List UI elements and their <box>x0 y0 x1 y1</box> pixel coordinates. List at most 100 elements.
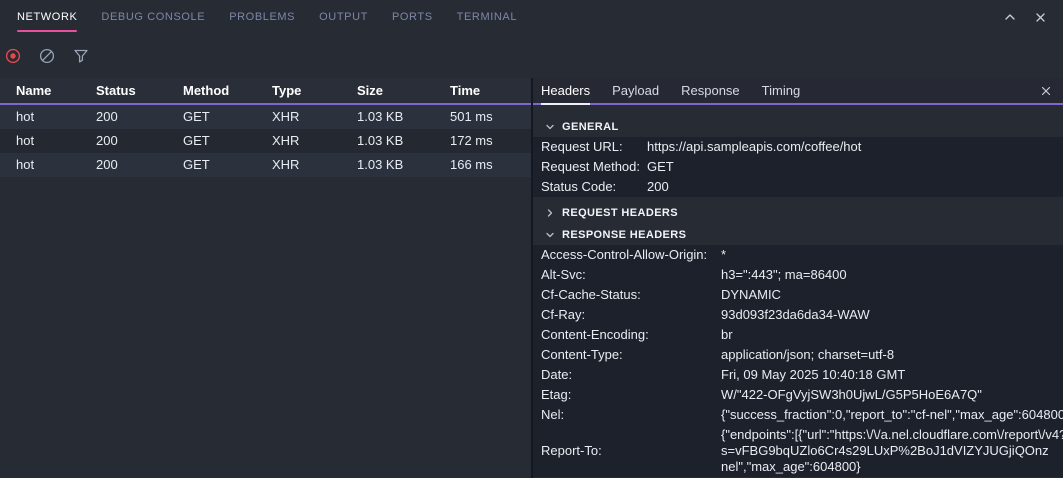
header-value-line: {"endpoints":[{"url":"https:\/\/a.nel.cl… <box>721 427 1063 443</box>
header-value: {"success_fraction":0,"report_to":"cf-ne… <box>721 405 1063 425</box>
header-name: Cf-Ray: <box>541 305 721 325</box>
section-response-headers[interactable]: RESPONSE HEADERS <box>533 225 1063 245</box>
header-name: Request Method: <box>541 157 647 177</box>
header-value: {"endpoints":[{"url":"https:\/\/a.nel.cl… <box>721 425 1063 477</box>
headers-content: GENERAL Request URL: https://api.samplea… <box>533 105 1063 478</box>
cell-method: GET <box>183 129 272 153</box>
header-name: Status Code: <box>541 177 647 197</box>
cell-size: 1.03 KB <box>357 153 450 177</box>
general-rows: Request URL: https://api.sampleapis.com/… <box>533 137 1063 197</box>
header-value: 93d093f23da6da34-WAW <box>721 305 1063 325</box>
header-row: Report-To: {"endpoints":[{"url":"https:\… <box>533 425 1063 477</box>
chevron-down-icon <box>545 122 555 132</box>
close-details-icon[interactable] <box>1040 85 1063 97</box>
header-value-line: nel","max_age":604800} <box>721 459 1063 475</box>
header-value: W/"422-OFgVyjSW3h0UjwL/G5P5HoE6A7Q" <box>721 385 1063 405</box>
chevron-right-icon <box>545 208 555 218</box>
header-row: Etag: W/"422-OFgVyjSW3h0UjwL/G5P5HoE6A7Q… <box>533 385 1063 405</box>
record-icon <box>5 48 21 64</box>
header-value: h3=":443"; ma=86400 <box>721 265 1063 285</box>
header-name: Etag: <box>541 385 721 405</box>
header-row: Access-Control-Allow-Origin: * <box>533 245 1063 265</box>
header-value-line: s=vFBG9bqUZlo6Cr4s29LUxP%2BoJ1dVIZYJUGji… <box>721 443 1063 459</box>
request-row[interactable]: hot 200 GET XHR 1.03 KB 172 ms <box>0 129 531 153</box>
cell-time: 166 ms <box>450 153 531 177</box>
section-general[interactable]: GENERAL <box>533 117 1063 137</box>
request-row[interactable]: hot 200 GET XHR 1.03 KB 166 ms <box>0 153 531 177</box>
tab-ports[interactable]: PORTS <box>392 0 433 34</box>
request-table-header: Name Status Method Type Size Time <box>0 78 531 105</box>
request-row[interactable]: hot 200 GET XHR 1.03 KB 501 ms <box>0 105 531 129</box>
tab-headers[interactable]: Headers <box>541 78 590 103</box>
tab-response[interactable]: Response <box>681 78 740 103</box>
tab-output[interactable]: OUTPUT <box>319 0 368 34</box>
header-row: Cf-Ray: 93d093f23da6da34-WAW <box>533 305 1063 325</box>
header-value: * <box>721 245 1063 265</box>
details-tab-bar: Headers Payload Response Timing <box>533 78 1063 105</box>
request-table: Name Status Method Type Size Time hot 20… <box>0 78 533 478</box>
header-name: Cf-Cache-Status: <box>541 285 721 305</box>
header-name: Content-Type: <box>541 345 721 365</box>
cell-size: 1.03 KB <box>357 105 450 129</box>
clear-requests-button[interactable] <box>39 48 55 64</box>
header-row: Cf-Cache-Status: DYNAMIC <box>533 285 1063 305</box>
header-value: 200 <box>647 177 1063 197</box>
header-name: Nel: <box>541 405 721 425</box>
filter-icon <box>73 48 89 64</box>
section-request-headers[interactable]: REQUEST HEADERS <box>533 203 1063 223</box>
cell-type: XHR <box>272 153 357 177</box>
column-header-time[interactable]: Time <box>450 83 531 98</box>
header-row: Content-Type: application/json; charset=… <box>533 345 1063 365</box>
column-header-name[interactable]: Name <box>16 83 96 98</box>
tab-debug-console[interactable]: DEBUG CONSOLE <box>101 0 205 34</box>
header-name: Date: <box>541 365 721 385</box>
cell-name: hot <box>16 105 96 129</box>
cell-status: 200 <box>96 153 183 177</box>
tab-terminal[interactable]: TERMINAL <box>457 0 517 34</box>
cell-type: XHR <box>272 129 357 153</box>
cell-method: GET <box>183 105 272 129</box>
header-name: Access-Control-Allow-Origin: <box>541 245 721 265</box>
tab-timing[interactable]: Timing <box>762 78 801 103</box>
cell-status: 200 <box>96 105 183 129</box>
cell-method: GET <box>183 153 272 177</box>
header-value: application/json; charset=utf-8 <box>721 345 1063 365</box>
panel-window-controls <box>1003 0 1063 34</box>
header-value: https://api.sampleapis.com/coffee/hot <box>647 137 1063 157</box>
record-button[interactable] <box>5 48 21 64</box>
cell-time: 172 ms <box>450 129 531 153</box>
cell-type: XHR <box>272 105 357 129</box>
cell-size: 1.03 KB <box>357 129 450 153</box>
network-toolbar <box>0 34 1063 78</box>
cell-name: hot <box>16 129 96 153</box>
request-details-panel: Headers Payload Response Timing GENERAL <box>533 78 1063 478</box>
panel-tab-bar: NETWORK DEBUG CONSOLE PROBLEMS OUTPUT PO… <box>0 0 1063 34</box>
column-header-size[interactable]: Size <box>357 83 450 98</box>
section-title: REQUEST HEADERS <box>562 207 678 219</box>
section-title: GENERAL <box>562 121 619 133</box>
header-row: Request URL: https://api.sampleapis.com/… <box>533 137 1063 157</box>
header-row: Request Method: GET <box>533 157 1063 177</box>
column-header-status[interactable]: Status <box>96 83 183 98</box>
header-row: Content-Encoding: br <box>533 325 1063 345</box>
tab-network[interactable]: NETWORK <box>17 0 77 34</box>
devtools-bottom-panel: NETWORK DEBUG CONSOLE PROBLEMS OUTPUT PO… <box>0 0 1063 478</box>
chevron-down-icon <box>545 230 555 240</box>
header-name: Alt-Svc: <box>541 265 721 285</box>
cell-name: hot <box>16 153 96 177</box>
section-title: RESPONSE HEADERS <box>562 229 686 241</box>
header-row: Nel: {"success_fraction":0,"report_to":"… <box>533 405 1063 425</box>
tab-problems[interactable]: PROBLEMS <box>229 0 295 34</box>
chevron-up-icon[interactable] <box>1003 10 1017 24</box>
column-header-method[interactable]: Method <box>183 83 272 98</box>
cell-status: 200 <box>96 129 183 153</box>
header-row: Alt-Svc: h3=":443"; ma=86400 <box>533 265 1063 285</box>
filter-button[interactable] <box>73 48 89 64</box>
close-panel-icon[interactable] <box>1034 11 1047 24</box>
network-main-split: Name Status Method Type Size Time hot 20… <box>0 78 1063 478</box>
column-header-type[interactable]: Type <box>272 83 357 98</box>
tab-payload[interactable]: Payload <box>612 78 659 103</box>
header-row: Date: Fri, 09 May 2025 10:40:18 GMT <box>533 365 1063 385</box>
header-row: Status Code: 200 <box>533 177 1063 197</box>
response-header-rows: Access-Control-Allow-Origin: * Alt-Svc: … <box>533 245 1063 477</box>
